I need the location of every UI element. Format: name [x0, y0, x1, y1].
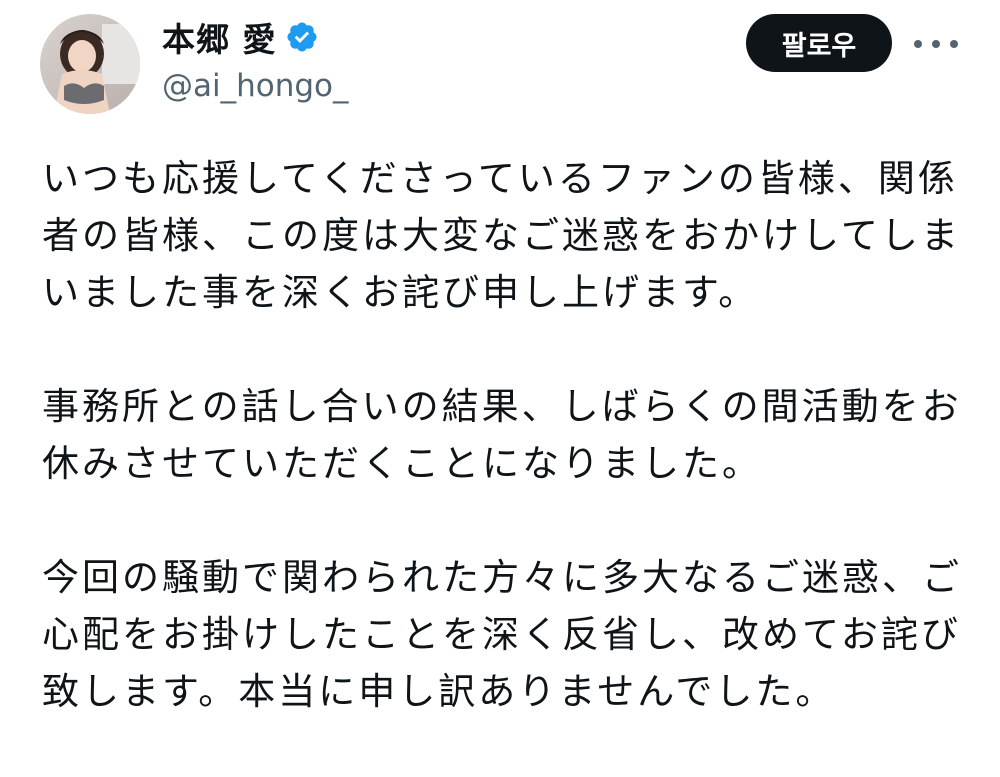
tweet-line: 今回の騒動で関わられた方々に多大なるご迷惑、ご — [42, 556, 962, 599]
tweet-paragraph: 事務所との話し合いの結果、しばらくの間活動をお 休みさせていただくことになりまし… — [42, 378, 962, 492]
tweet-line: 事務所との話し合いの結果、しばらくの間活動をお — [42, 385, 962, 428]
tweet-paragraph: いつも応援してくださっているファンの皆様、関係 者の皆様、この度は大変なご迷惑を… — [42, 150, 962, 321]
avatar[interactable] — [40, 14, 140, 114]
tweet-line: 休みさせていただくことになりました。 — [42, 442, 762, 485]
verified-badge-icon — [285, 20, 319, 54]
follow-button[interactable]: 팔로우 — [746, 14, 892, 72]
tweet-line: 心配をお掛けしたことを深く反省し、改めてお詫び — [42, 613, 961, 656]
tweet-line: いました事を深くお詫び申し上げます。 — [42, 271, 759, 314]
tweet-card: 本郷 愛 @ai_hongo_ 팔로우 いつも応援してくださっているファンの皆様… — [0, 0, 1000, 750]
author-name-row: 本郷 愛 — [162, 14, 319, 60]
tweet-paragraph: 今回の騒動で関わられた方々に多大なるご迷惑、ご 心配をお掛けしたことを深く反省し… — [42, 549, 962, 720]
tweet-line: 致します。本当に申し訳ありませんでした。 — [42, 670, 836, 713]
tweet-line: いつも応援してくださっているファンの皆様、関係 — [42, 157, 958, 200]
user-handle[interactable]: @ai_hongo_ — [162, 68, 349, 104]
tweet-text: いつも応援してくださっているファンの皆様、関係 者の皆様、この度は大変なご迷惑を… — [42, 150, 962, 777]
more-horizontal-icon[interactable] — [914, 24, 958, 64]
display-name[interactable]: 本郷 愛 — [162, 13, 277, 61]
avatar-photo — [40, 14, 140, 114]
tweet-line: 者の皆様、この度は大変なご迷惑をおかけしてしま — [42, 214, 961, 257]
